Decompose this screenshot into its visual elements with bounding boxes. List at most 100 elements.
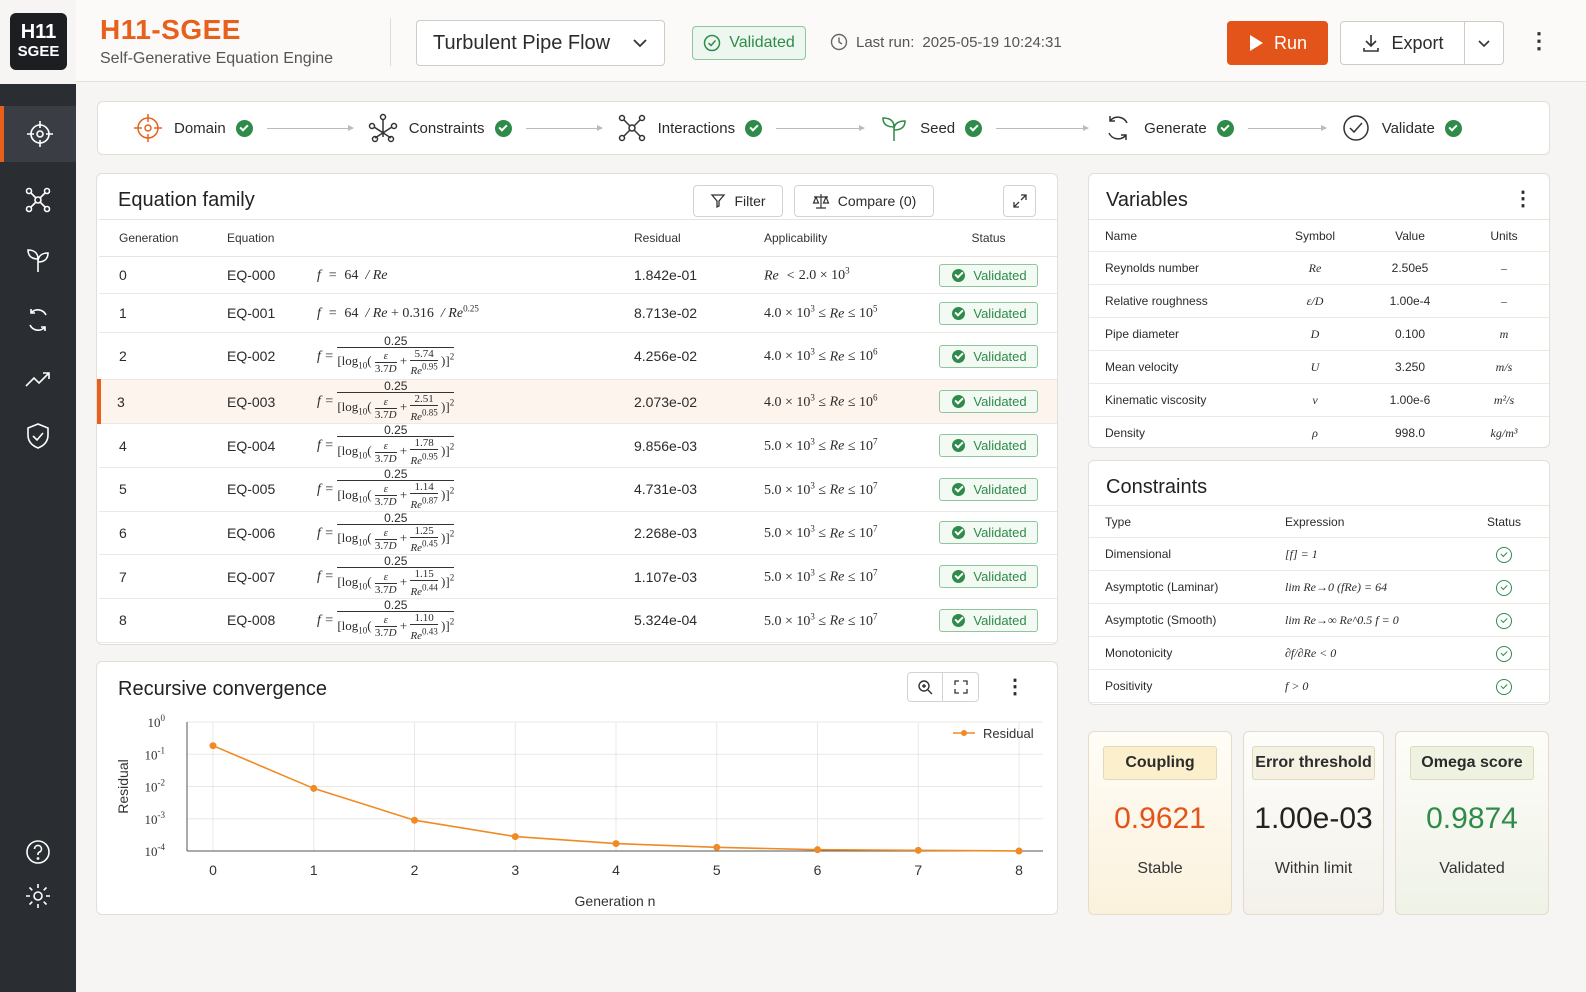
variable-row[interactable]: Relative roughness ε/D 1.00e-4– — [1089, 284, 1549, 318]
app-lower: 4.0 — [764, 349, 782, 365]
metric-sub: Validated — [1439, 860, 1505, 877]
variable-row[interactable]: Mean velocity U 3.250 m/s — [1089, 350, 1549, 384]
variable-units: m²/s — [1459, 383, 1549, 417]
pipeline-bar: Domain Constraints Interactions Seed Gen… — [97, 101, 1550, 155]
check-icon — [494, 119, 512, 137]
applicability-cell: 4.0 × 103 ≤ Re ≤ 105 — [744, 293, 920, 333]
x-tick-label: 0 — [209, 862, 217, 878]
filter-button[interactable]: Filter — [693, 185, 783, 217]
settings-button[interactable] — [0, 868, 76, 924]
check-icon — [235, 119, 253, 137]
formula-coefficient: 1.25 — [410, 525, 438, 538]
pipeline-step-label: Constraints — [408, 119, 485, 137]
variables-card: Variables ⋮ Name Symbol Value Units Reyn… — [1088, 173, 1550, 448]
download-icon — [1363, 35, 1380, 52]
constraint-row[interactable]: Monotonicity ∂f/∂Re < 0 — [1089, 636, 1549, 670]
gear-icon — [26, 884, 50, 908]
x-tick-label: 4 — [612, 862, 620, 878]
network-icon — [618, 114, 645, 142]
table-row[interactable]: 0 EQ-000 f = 64 / Re 1.842e-01 Re < 2.0 … — [99, 256, 1057, 294]
constraint-expression: [f] = 1 — [1269, 537, 1459, 571]
table-row[interactable]: 1 EQ-001 f = 64 / Re + 0.316 / Re0.25 8.… — [99, 293, 1057, 333]
last-run-label: Last run: — [856, 33, 915, 51]
nav-interactions[interactable] — [0, 172, 76, 228]
more-menu-button[interactable]: ⋮ — [1528, 28, 1550, 54]
data-point — [914, 846, 922, 854]
column-header — [297, 219, 614, 257]
metric-value: 1.00e-03 — [1254, 802, 1373, 835]
table-row[interactable]: 6 EQ-006 f = 0.25 [log10( ε 3.7D + 1.25 Re0.4… — [99, 511, 1057, 556]
constraint-row[interactable]: Asymptotic (Laminar) lim Re→0 (fRe) = 64 — [1089, 570, 1549, 604]
x-tick-label: 6 — [814, 862, 822, 878]
check-circle-icon — [703, 34, 721, 52]
chevron-down-icon — [1478, 39, 1490, 47]
variable-row[interactable]: Kinematic viscosity ν 1.00e-6 m²/s — [1089, 383, 1549, 417]
table-header-row: Generation Equation Residual Applicabili… — [99, 219, 1057, 257]
variable-row[interactable]: Density ρ 998.0 kg/m³ — [1089, 416, 1549, 447]
compare-button[interactable]: Compare (0) — [794, 185, 934, 217]
pipeline-step-seed[interactable]: Seed — [878, 112, 983, 144]
variable-symbol: U — [1269, 350, 1361, 384]
constraint-row[interactable]: Dimensional [f] = 1 — [1089, 537, 1549, 571]
nav-domain[interactable] — [0, 106, 76, 162]
nav-generate[interactable] — [0, 292, 76, 348]
column-header[interactable]: Equation — [207, 219, 297, 257]
formula-exponent: 0.45 — [422, 538, 438, 549]
nav-analytics[interactable] — [0, 350, 76, 406]
equation-formula: f = 64 / Re + 0.316 / Re0.25 — [297, 293, 614, 333]
table-row[interactable]: 3 EQ-003 f = 0.25 [log10( ε 3.7D + 2.51 Re0.8… — [97, 379, 1057, 424]
column-header[interactable]: Applicability — [744, 219, 920, 257]
applicability-cell: 4.0 × 103 ≤ Re ≤ 106 — [744, 379, 920, 424]
pipeline-step-interactions[interactable]: Interactions — [616, 112, 763, 144]
app-lower-exp: 3 — [810, 523, 815, 534]
check-icon — [952, 526, 966, 540]
residual-cell: 4.256e-02 — [614, 332, 744, 380]
variables-more-button[interactable]: ⋮ — [1513, 186, 1533, 211]
table-row[interactable]: 2 EQ-002 f = 0.25 [log10( ε 3.7D + 5.74 Re0.9… — [99, 332, 1057, 380]
equation-id-cell: EQ-002 — [207, 332, 297, 380]
export-dropdown-button[interactable] — [1465, 39, 1503, 48]
table-row[interactable]: 5 EQ-005 f = 0.25 [log10( ε 3.7D + 1.14 Re0.8… — [99, 467, 1057, 512]
table-row[interactable]: 7 EQ-007 f = 0.25 [log10( ε 3.7D + 1.15 Re0.4… — [99, 554, 1057, 599]
nav-seed[interactable] — [0, 232, 76, 288]
metric-sub: Within limit — [1274, 860, 1353, 877]
residual-cell: 9.856e-03 — [614, 423, 744, 468]
app-upper-exp: 7 — [873, 610, 878, 621]
help-icon — [26, 840, 50, 864]
applicability-cell: Re < 2.0 × 103 — [744, 256, 920, 294]
variable-symbol: Re — [1269, 251, 1361, 285]
pipeline-step-generate[interactable]: Generate — [1102, 112, 1234, 144]
status-label: Validated — [973, 481, 1027, 497]
metric-value: 0.9621 — [1114, 802, 1206, 835]
check-icon — [952, 349, 966, 363]
residual-cell: 1.842e-01 — [614, 256, 744, 294]
metric-label: Coupling — [1103, 746, 1217, 780]
export-button[interactable]: Export — [1341, 22, 1465, 64]
app-lower: 5.0 — [764, 526, 782, 542]
validated-badge: Validated — [939, 301, 1038, 325]
refresh-icon — [29, 309, 47, 331]
table-row[interactable]: 4 EQ-004 f = 0.25 [log10( ε 3.7D + 1.78 Re0.9… — [99, 423, 1057, 468]
pipeline-step-domain[interactable]: Domain — [132, 112, 253, 144]
variable-row[interactable]: Reynolds number Re 2.50e5– — [1089, 251, 1549, 285]
column-header[interactable]: Generation — [99, 219, 207, 257]
column-header[interactable]: Status — [920, 219, 1057, 257]
generation-cell: 4 — [99, 423, 207, 468]
app-lower: 5.0 — [764, 438, 782, 454]
header-divider — [390, 18, 391, 66]
pipeline-step-constraints[interactable]: Constraints — [367, 112, 512, 144]
nav-validate[interactable] — [0, 408, 76, 464]
metric-card-error-threshold: Error threshold 1.00e-03 Within limit — [1243, 731, 1384, 915]
equation-id-cell: EQ-008 — [207, 598, 297, 643]
variable-row[interactable]: Pipe diameter D 0.100 m — [1089, 317, 1549, 351]
column-header: Type — [1089, 505, 1269, 538]
column-header[interactable]: Residual — [614, 219, 744, 257]
expand-button[interactable] — [1003, 185, 1036, 217]
constraint-row[interactable]: Asymptotic (Smooth) lim Re→∞ Re^0.5 f = 0 — [1089, 603, 1549, 637]
dataset-select[interactable]: Turbulent Pipe Flow — [416, 20, 665, 66]
run-button[interactable]: Run — [1227, 21, 1328, 65]
table-row[interactable]: 8 EQ-008 f = 0.25 [log10( ε 3.7D + 1.10 Re0.4… — [99, 598, 1057, 643]
check-icon — [952, 482, 966, 496]
pipeline-step-validate[interactable]: Validate — [1340, 112, 1462, 144]
constraint-row[interactable]: Positivity f > 0 — [1089, 669, 1549, 703]
